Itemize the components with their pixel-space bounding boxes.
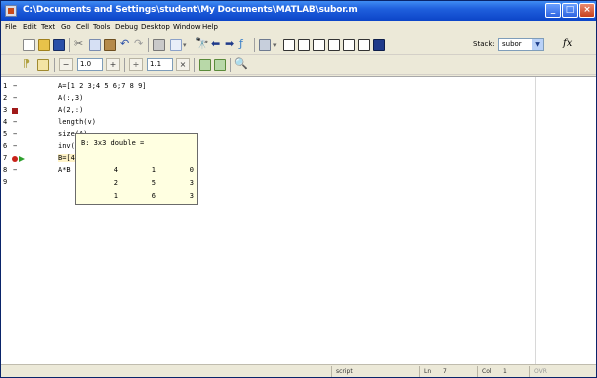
forward-arrow-icon[interactable]: ➡	[225, 37, 234, 51]
code-editor[interactable]: 1 − 2 − 3 4 − 5 − 6 − 7 8 − 9 A=[1 2 3;4…	[1, 76, 596, 365]
clear-breakpoints-icon[interactable]	[298, 39, 310, 51]
menu-window[interactable]: Window	[173, 23, 201, 31]
menu-tools[interactable]: Tools	[93, 23, 110, 31]
status-mode: script	[331, 366, 419, 377]
multiply-value-input[interactable]: 1.1	[147, 58, 173, 71]
step-out-icon[interactable]	[343, 39, 355, 51]
new-file-icon[interactable]	[23, 39, 35, 51]
copy-icon[interactable]	[89, 39, 101, 51]
line-number: 6	[3, 142, 8, 150]
code-line-3[interactable]: A(2,:)	[58, 106, 83, 114]
stack-value: subor	[502, 40, 522, 48]
menu-debug[interactable]: Debug	[115, 23, 138, 31]
code-line-2[interactable]: A(:,3)	[58, 94, 83, 102]
step-in-icon[interactable]	[328, 39, 340, 51]
right-margin-line	[535, 77, 536, 365]
redo-icon[interactable]: ↷	[134, 37, 143, 51]
back-arrow-icon[interactable]: ⬅	[211, 37, 220, 51]
find-icon[interactable]: 🔭	[195, 37, 209, 51]
main-toolbar: ✂ ↶ ↷ ▾ 🔭 ⬅ ➡ ƒ ▾ Stack: subor ▼ fx	[1, 35, 596, 55]
datatip-cell: 6	[151, 192, 156, 200]
comment-icon[interactable]	[170, 39, 182, 51]
datatip-cell: 4	[113, 166, 118, 174]
line-number: 4	[3, 118, 8, 126]
stack-dropdown-icon[interactable]: ▾	[273, 38, 277, 52]
eval-cell-icon[interactable]: ⁋	[23, 57, 30, 71]
status-line-value: 7	[443, 368, 447, 375]
status-ovr: OVR	[529, 366, 569, 377]
maximize-button[interactable]: □	[562, 3, 578, 18]
matlab-editor-window: C:\Documents and Settings\student\My Doc…	[0, 0, 597, 378]
chevron-down-icon[interactable]: ▼	[532, 39, 543, 50]
menu-bar: File Edit Text Go Cell Tools Debug Deskt…	[1, 21, 596, 35]
menu-desktop[interactable]: Desktop	[141, 23, 170, 31]
code-line-4[interactable]: length(v)	[58, 118, 96, 126]
line-gutter[interactable]: 1 − 2 − 3 4 − 5 − 6 − 7 8 − 9	[1, 77, 33, 365]
matlab-file-icon	[5, 5, 17, 17]
line-number: 9	[3, 178, 8, 186]
cut-icon[interactable]: ✂	[74, 37, 83, 51]
line-number: 2	[3, 94, 8, 102]
decrement-button[interactable]: −	[59, 58, 73, 71]
execution-arrow-icon	[19, 156, 25, 162]
status-col-value: 1	[503, 368, 507, 375]
datatip-cell: 3	[189, 192, 194, 200]
datatip-cell: 1	[113, 192, 118, 200]
comment-dropdown-icon[interactable]: ▾	[183, 38, 187, 52]
show-cell-titles-icon[interactable]	[199, 59, 211, 71]
datatip-header: B: 3x3 double =	[81, 139, 145, 147]
open-folder-icon[interactable]	[38, 39, 50, 51]
datatip-cell: 2	[113, 179, 118, 187]
step-icon[interactable]	[313, 39, 325, 51]
title-bar[interactable]: C:\Documents and Settings\student\My Doc…	[1, 1, 596, 21]
close-button[interactable]: ×	[579, 3, 595, 18]
multiply-button[interactable]: ×	[176, 58, 190, 71]
line-number: 5	[3, 130, 8, 138]
divide-button[interactable]: ÷	[129, 58, 143, 71]
status-col-label: Col	[477, 366, 499, 377]
increment-value-input[interactable]: 1.0	[77, 58, 103, 71]
menu-help[interactable]: Help	[202, 23, 218, 31]
stack-select[interactable]: subor ▼	[498, 38, 544, 51]
print-icon[interactable]	[153, 39, 165, 51]
cell-help-icon[interactable]: 🔍	[234, 57, 248, 71]
continue-icon[interactable]	[358, 39, 370, 51]
paste-icon[interactable]	[104, 39, 116, 51]
menu-edit[interactable]: Edit	[23, 23, 37, 31]
variable-datatip: B: 3x3 double = 4 1 0 2 5 3 1 6 3	[75, 133, 198, 205]
breakpoint-disabled-icon[interactable]	[12, 108, 18, 114]
exit-debug-icon[interactable]	[373, 39, 385, 51]
status-line-label: Ln	[419, 366, 439, 377]
window-title: C:\Documents and Settings\student\My Doc…	[23, 5, 358, 15]
stack-label: Stack:	[473, 40, 495, 48]
stack-icon[interactable]	[259, 39, 271, 51]
code-line-8[interactable]: A*B	[58, 166, 71, 174]
datatip-cell: 0	[189, 166, 194, 174]
minimize-button[interactable]: _	[545, 3, 561, 18]
datatip-cell: 3	[189, 179, 194, 187]
status-bar: script Ln 7 Col 1 OVR	[1, 364, 596, 377]
undo-icon[interactable]: ↶	[120, 37, 129, 51]
line-number: 1	[3, 82, 8, 90]
datatip-cell: 1	[151, 166, 156, 174]
menu-cell[interactable]: Cell	[76, 23, 89, 31]
datatip-cell: 5	[151, 179, 156, 187]
line-number: 3	[3, 106, 8, 114]
save-icon[interactable]	[53, 39, 65, 51]
increment-button[interactable]: +	[106, 58, 120, 71]
cell-toolbar: ⁋ − 1.0 + ÷ 1.1 × 🔍	[1, 55, 596, 75]
eval-advance-icon[interactable]	[37, 59, 49, 71]
code-line-1[interactable]: A=[1 2 3;4 5 6;7 8 9]	[58, 82, 147, 90]
line-number: 8	[3, 166, 8, 174]
line-number: 7	[3, 154, 8, 162]
breakpoint-icon[interactable]	[12, 156, 18, 162]
function-browser-icon[interactable]: ƒ	[239, 37, 243, 51]
insert-cell-icon[interactable]	[214, 59, 226, 71]
fx-icon[interactable]: fx	[563, 38, 572, 49]
set-breakpoint-icon[interactable]	[283, 39, 295, 51]
menu-file[interactable]: File	[5, 23, 17, 31]
menu-text[interactable]: Text	[41, 23, 55, 31]
menu-go[interactable]: Go	[61, 23, 71, 31]
